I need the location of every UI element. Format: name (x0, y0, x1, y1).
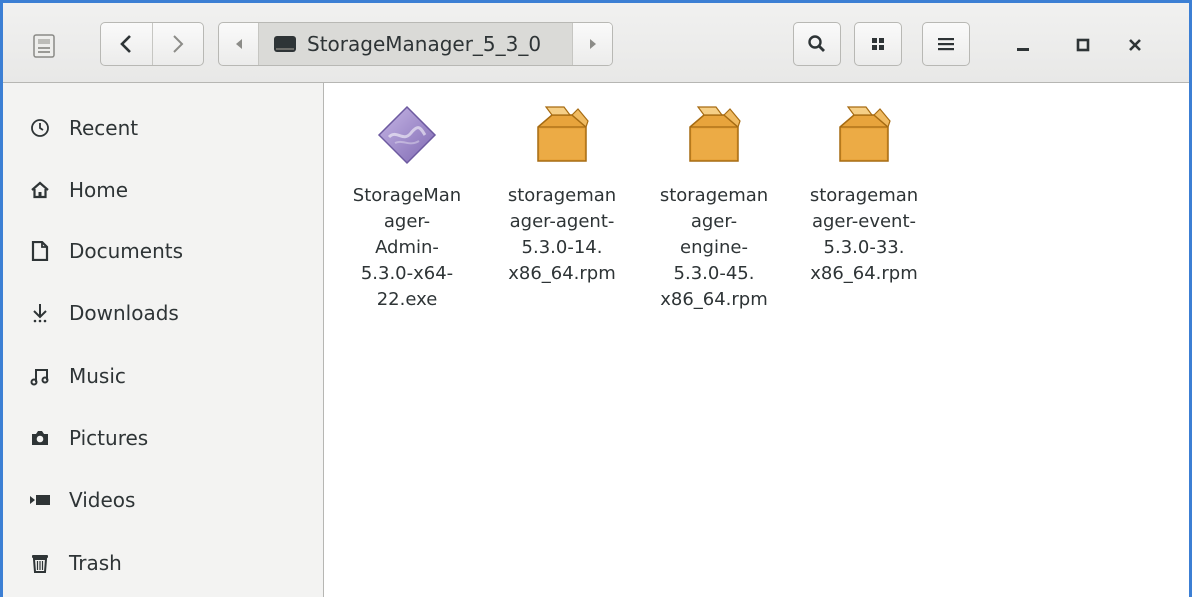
path-scroll-right-button[interactable] (572, 23, 612, 65)
file-name-line: engine- (680, 237, 748, 258)
maximize-button[interactable] (1063, 25, 1103, 65)
sidebar-item-label: Documents (69, 239, 184, 263)
search-button[interactable] (793, 22, 841, 66)
file-manager-window: StorageManager_5_3_0 Recent Home Documen… (0, 0, 1192, 597)
close-button[interactable] (1115, 25, 1155, 65)
file-item[interactable]: storageman ager- engine- 5.3.0-45. x86_6… (644, 103, 784, 313)
trash-icon (29, 552, 51, 574)
sidebar-item-label: Recent (69, 116, 139, 140)
minimize-icon (1017, 48, 1029, 51)
sidebar-item-label: Downloads (69, 301, 179, 325)
file-name-line: x86_64.rpm (508, 263, 616, 284)
file-name-line: ager-agent- (509, 211, 615, 232)
file-name-line: ager- (383, 211, 431, 232)
sidebar-item-label: Videos (69, 488, 136, 512)
file-name-line: 5.3.0-x64- (360, 263, 454, 284)
video-icon (29, 489, 51, 511)
file-view: StorageMan ager- Admin- 5.3.0-x64- 22.ex… (325, 83, 1189, 597)
path-crumb-label: StorageManager_5_3_0 (307, 32, 542, 56)
file-name-line: 5.3.0-33. (823, 237, 905, 258)
menu-button[interactable] (922, 22, 970, 66)
sidebar-item-home[interactable]: Home (3, 165, 323, 215)
sidebar-item-recent[interactable]: Recent (3, 103, 323, 153)
close-icon (1129, 39, 1141, 51)
search-icon (808, 35, 825, 52)
sidebar-item-pictures[interactable]: Pictures (3, 413, 323, 463)
package-icon (839, 106, 891, 162)
file-item[interactable]: storageman ager-agent- 5.3.0-14. x86_64.… (492, 103, 632, 287)
sidebar-item-label: Music (69, 364, 126, 388)
file-name: storageman ager-event- 5.3.0-33. x86_64.… (810, 183, 918, 287)
package-icon (537, 106, 589, 162)
sidebar-item-videos[interactable]: Videos (3, 475, 323, 525)
sidebar-item-label: Trash (69, 551, 122, 575)
hamburger-icon (938, 38, 954, 51)
forward-button[interactable] (151, 23, 203, 65)
file-name-line: x86_64.rpm (810, 263, 918, 284)
file-name-line: 5.3.0-14. (521, 237, 603, 258)
chevron-left-icon (120, 35, 132, 53)
file-name-line: ager- (690, 211, 738, 232)
file-name-line: storageman (809, 185, 919, 206)
path-bar: StorageManager_5_3_0 (218, 22, 613, 66)
file-name-line: 22.exe (376, 289, 438, 310)
navigation-buttons (100, 22, 204, 66)
path-scroll-left-button[interactable] (219, 23, 259, 65)
view-mode-button[interactable] (854, 22, 902, 66)
file-name-line: storageman (507, 185, 617, 206)
grid-icon (872, 38, 884, 50)
file-name-line: Admin- (375, 237, 439, 258)
sidebar: Recent Home Documents Downloads Music Pi… (3, 83, 324, 597)
file-name: storageman ager- engine- 5.3.0-45. x86_6… (660, 183, 768, 313)
minimize-button[interactable] (1003, 25, 1043, 65)
triangle-right-icon (589, 39, 596, 49)
triangle-left-icon (235, 39, 242, 49)
back-button[interactable] (101, 23, 152, 65)
file-item[interactable]: StorageMan ager- Admin- 5.3.0-x64- 22.ex… (337, 103, 477, 313)
file-name-line: StorageMan (352, 185, 462, 206)
file-item[interactable]: storageman ager-event- 5.3.0-33. x86_64.… (794, 103, 934, 287)
download-icon (29, 302, 51, 324)
sidebar-item-downloads[interactable]: Downloads (3, 288, 323, 338)
sidebar-item-label: Home (69, 178, 129, 202)
sidebar-item-trash[interactable]: Trash (3, 538, 323, 588)
header-bar: StorageManager_5_3_0 (3, 3, 1189, 83)
drive-icon (274, 36, 296, 52)
sidebar-item-documents[interactable]: Documents (3, 226, 323, 276)
sidebar-item-label: Pictures (69, 426, 149, 450)
file-name-line: ager-event- (811, 211, 917, 232)
music-icon (29, 365, 51, 387)
file-name-line: 5.3.0-45. (673, 263, 755, 284)
clock-icon (29, 117, 51, 139)
sidebar-item-music[interactable]: Music (3, 351, 323, 401)
file-name-line: storageman (659, 185, 769, 206)
file-name: storageman ager-agent- 5.3.0-14. x86_64.… (508, 183, 616, 287)
home-icon (29, 179, 51, 201)
package-icon (689, 106, 741, 162)
camera-icon (29, 427, 51, 449)
path-crumb-current[interactable]: StorageManager_5_3_0 (259, 23, 572, 65)
files-app-icon (33, 34, 55, 58)
document-icon (29, 240, 51, 262)
exe-icon (377, 105, 437, 165)
file-name: StorageMan ager- Admin- 5.3.0-x64- 22.ex… (353, 183, 461, 313)
maximize-icon (1076, 38, 1090, 52)
file-name-line: x86_64.rpm (660, 289, 768, 310)
chevron-right-icon (173, 35, 184, 53)
